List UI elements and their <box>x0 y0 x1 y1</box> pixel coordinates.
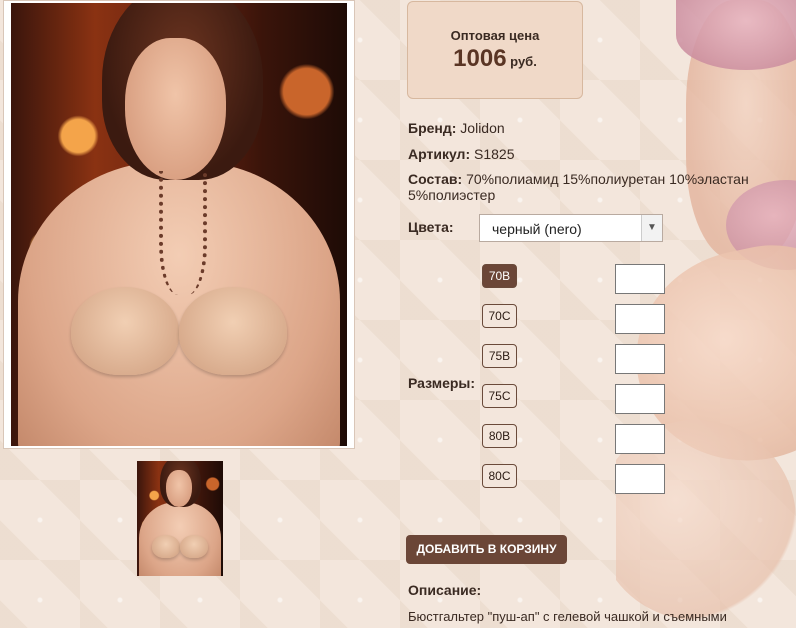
price-box: Оптовая цена 1006 руб. <box>407 1 583 99</box>
quantity-input-75b[interactable] <box>615 344 665 374</box>
deco-shape <box>125 38 227 181</box>
size-button-70b[interactable]: 70B <box>482 264 517 288</box>
chevron-down-icon[interactable]: ▼ <box>641 215 662 241</box>
brand-label: Бренд: <box>408 120 457 136</box>
deco-shape <box>152 534 180 558</box>
quantity-input-70c[interactable] <box>615 304 665 334</box>
description-title: Описание: <box>408 582 482 598</box>
product-thumbnail[interactable] <box>137 461 223 576</box>
price-value-wrap: 1006 руб. <box>408 45 582 73</box>
price-value: 1006 <box>453 45 507 72</box>
deco-shape <box>138 502 222 576</box>
deco-shape <box>71 286 179 376</box>
article-label: Артикул: <box>408 146 471 162</box>
quantity-input-70b[interactable] <box>615 264 665 294</box>
color-select[interactable]: черный (nero) ▼ <box>479 214 663 242</box>
composition-label: Состав: <box>408 171 463 187</box>
sizes-label: Размеры: <box>408 375 476 391</box>
brand-value: Jolidon <box>460 120 505 136</box>
quantity-input-75c[interactable] <box>615 384 665 414</box>
deco-shape <box>179 286 287 376</box>
description-text: Бюстгальтер "пуш-ап" с гелевой чашкой и … <box>408 609 727 624</box>
brand-line: Бренд: Jolidon <box>408 120 505 136</box>
price-currency: руб. <box>510 54 537 69</box>
size-button-75c[interactable]: 75C <box>482 384 517 408</box>
size-button-80b[interactable]: 80B <box>482 424 517 448</box>
quantity-input-80c[interactable] <box>615 464 665 494</box>
product-main-photo[interactable] <box>3 0 355 449</box>
add-to-cart-button[interactable]: ДОБАВИТЬ В КОРЗИНУ <box>406 535 567 564</box>
size-button-70c[interactable]: 70C <box>482 304 517 328</box>
deco-shape <box>166 470 193 507</box>
size-button-75b[interactable]: 75B <box>482 344 517 368</box>
size-button-80c[interactable]: 80C <box>482 464 517 488</box>
colors-label: Цвета: <box>408 219 454 235</box>
deco-shape <box>180 534 208 558</box>
thumbnail-image <box>137 461 223 576</box>
composition-line: Состав: 70%полиамид 15%полиуретан 10%эла… <box>408 171 768 203</box>
product-photo-image <box>11 3 347 446</box>
article-line: Артикул: S1825 <box>408 146 514 162</box>
deco-shape <box>158 171 208 296</box>
price-label: Оптовая цена <box>450 28 540 43</box>
article-value: S1825 <box>474 146 515 162</box>
color-select-value: черный (nero) <box>492 221 582 237</box>
quantity-input-80b[interactable] <box>615 424 665 454</box>
